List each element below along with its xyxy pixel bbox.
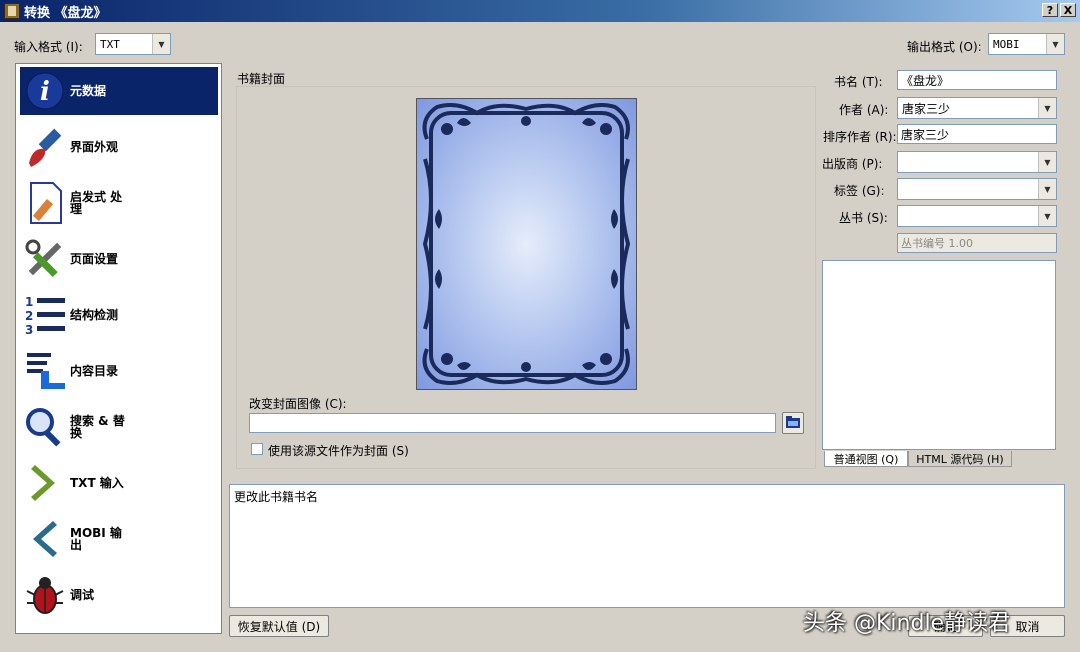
- sidebar-item-label: 启发式 处理: [70, 190, 123, 216]
- cover-image: [416, 98, 637, 390]
- browse-cover-button[interactable]: [782, 412, 804, 434]
- author-value: 唐家三少: [902, 101, 951, 116]
- sidebar-item-toc[interactable]: 内容目录: [20, 347, 218, 395]
- tags-label: 标签 (G):: [834, 184, 885, 198]
- sidebar-item-debug[interactable]: 调试: [20, 571, 218, 619]
- info-icon: i: [20, 67, 70, 115]
- sidebar-item-label: MOBI 输出: [70, 526, 122, 552]
- title-input[interactable]: 《盘龙》: [897, 70, 1057, 90]
- svg-text:i: i: [40, 77, 50, 107]
- help-description: 更改此书籍书名: [229, 484, 1065, 608]
- sidebar-item-structure[interactable]: 123 结构检测: [20, 291, 218, 339]
- tools-icon: [20, 235, 70, 283]
- app-icon: [4, 3, 20, 19]
- folder-open-icon: [785, 415, 801, 432]
- series-label: 丛书 (S):: [839, 211, 888, 225]
- use-source-cover-label: 使用该源文件作为封面 (S): [268, 444, 409, 458]
- window-title: 转换 《盘龙》: [24, 5, 107, 21]
- publisher-combo[interactable]: ▼: [897, 151, 1057, 173]
- sidebar-item-label: 元数据: [70, 84, 107, 98]
- sidebar-item-page-setup[interactable]: 页面设置: [20, 235, 218, 283]
- help-button[interactable]: ?: [1042, 3, 1058, 17]
- author-combo[interactable]: 唐家三少 ▼: [897, 97, 1057, 119]
- arrow-right-icon: [20, 459, 70, 507]
- title-label: 书名 (T):: [834, 75, 883, 89]
- publisher-label: 出版商 (P):: [822, 157, 883, 171]
- watermark: 头条 @Kindle静读君: [803, 611, 1011, 636]
- list-numbered-icon: 123: [20, 291, 70, 339]
- author-sort-label: 排序作者 (R):: [823, 130, 897, 144]
- author-label: 作者 (A):: [839, 103, 889, 117]
- sidebar-item-heuristics[interactable]: 启发式 处理: [20, 179, 218, 227]
- use-source-cover-checkbox[interactable]: [251, 443, 263, 455]
- chevron-down-icon: ▼: [1038, 98, 1056, 118]
- sidebar-item-label: 调试: [70, 588, 95, 602]
- tab-normal-view[interactable]: 普通视图 (Q): [824, 451, 908, 467]
- title-bar: 转换 《盘龙》: [0, 0, 1080, 22]
- chevron-down-icon: ▼: [1038, 206, 1056, 226]
- sidebar-item-label: TXT 输入: [70, 476, 124, 490]
- paintbrush-icon: [20, 123, 70, 171]
- svg-text:3: 3: [25, 323, 33, 337]
- comments-editor[interactable]: [822, 260, 1056, 450]
- author-sort-input[interactable]: 唐家三少: [897, 124, 1057, 144]
- input-format-value: TXT: [100, 37, 120, 51]
- sidebar-item-mobi-output[interactable]: MOBI 输出: [20, 515, 218, 563]
- input-format-select[interactable]: TXT ▼: [95, 33, 171, 55]
- svg-text:2: 2: [25, 309, 33, 323]
- tags-combo[interactable]: ▼: [897, 178, 1057, 200]
- arrow-left-icon: [20, 515, 70, 563]
- tab-html-source[interactable]: HTML 源代码 (H): [908, 451, 1012, 467]
- svg-text:1: 1: [25, 295, 33, 309]
- series-index-value: 丛书编号 1.00: [901, 237, 973, 250]
- sidebar-item-look-feel[interactable]: 界面外观: [20, 123, 218, 171]
- series-combo[interactable]: ▼: [897, 205, 1057, 227]
- chevron-down-icon: ▼: [1038, 179, 1056, 199]
- output-format-select[interactable]: MOBI ▼: [988, 33, 1065, 55]
- bug-icon: [20, 571, 70, 619]
- document-icon: [20, 179, 70, 227]
- sidebar-item-metadata[interactable]: i 元数据: [20, 67, 218, 115]
- series-index-spinbox[interactable]: 丛书编号 1.00: [897, 233, 1057, 253]
- restore-defaults-button[interactable]: 恢复默认值 (D): [229, 615, 329, 637]
- cover-path-input[interactable]: [249, 413, 776, 433]
- output-format-value: MOBI: [993, 37, 1020, 51]
- sidebar: i 元数据 界面外观 启发式 处理 页面设置 123 结构检测 内容目录 搜索 …: [15, 63, 222, 634]
- chevron-down-icon: ▼: [1038, 152, 1056, 172]
- sidebar-item-label: 结构检测: [70, 308, 119, 322]
- close-button[interactable]: X: [1060, 3, 1076, 17]
- magnifier-icon: [20, 403, 70, 451]
- sidebar-item-label: 页面设置: [70, 252, 119, 266]
- output-format-label: 输出格式 (O):: [907, 40, 982, 54]
- cover-group-label: 书籍封面: [237, 72, 286, 86]
- sidebar-item-txt-input[interactable]: TXT 输入: [20, 459, 218, 507]
- input-format-label: 输入格式 (I):: [14, 40, 83, 54]
- chevron-down-icon: ▼: [152, 34, 170, 54]
- sidebar-item-label: 搜索 & 替换: [70, 414, 125, 440]
- change-cover-label: 改变封面图像 (C):: [249, 397, 347, 411]
- toc-icon: [20, 347, 70, 395]
- sidebar-item-label: 内容目录: [70, 364, 119, 378]
- chevron-down-icon: ▼: [1046, 34, 1064, 54]
- sidebar-item-label: 界面外观: [70, 140, 119, 154]
- sidebar-item-search-replace[interactable]: 搜索 & 替换: [20, 403, 218, 451]
